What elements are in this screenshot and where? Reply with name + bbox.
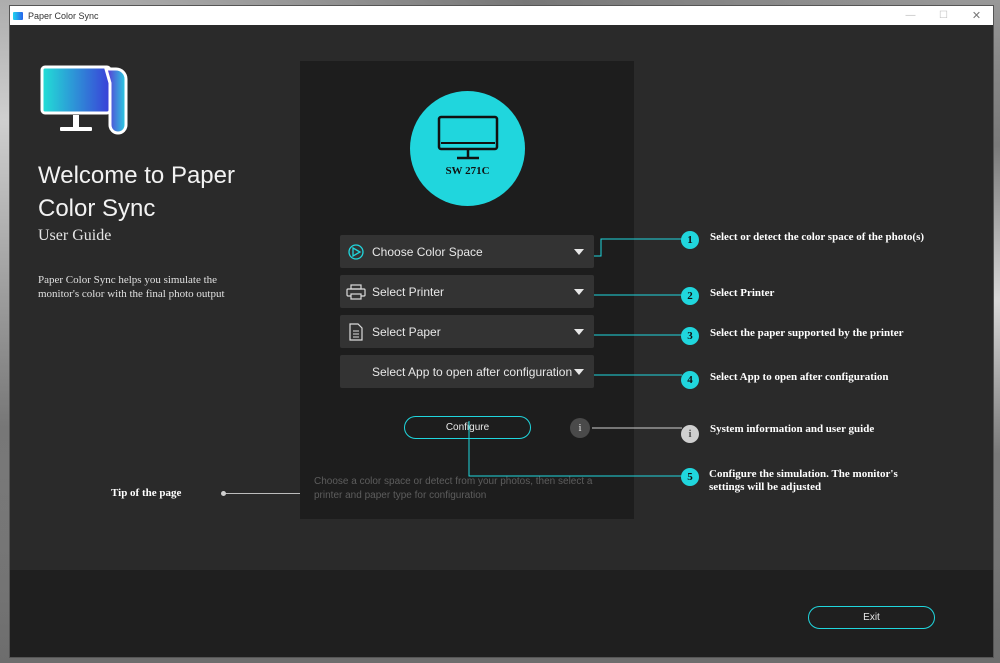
app-window: Paper Color Sync — ☐ ✕ Welcome to Paper … bbox=[10, 6, 993, 657]
step-badge-5: 5 bbox=[681, 468, 699, 486]
step-text-3: Select the paper supported by the printe… bbox=[710, 327, 904, 339]
step-text-1: Select or detect the color space of the … bbox=[710, 231, 925, 243]
step-badge-1: 1 bbox=[681, 231, 699, 249]
step-text-4: Select App to open after configuration bbox=[710, 371, 889, 383]
minimize-button[interactable]: — bbox=[894, 6, 927, 25]
exit-button[interactable]: Exit bbox=[808, 606, 935, 629]
window-controls: — ☐ ✕ bbox=[894, 6, 993, 25]
info-annotation-text: System information and user guide bbox=[710, 423, 875, 435]
step-text-2: Select Printer bbox=[710, 287, 775, 299]
app-icon bbox=[13, 11, 23, 20]
step-badge-2: 2 bbox=[681, 287, 699, 305]
footer-bar: Exit bbox=[10, 570, 993, 657]
main-content: Welcome to Paper Color Sync User Guide P… bbox=[10, 25, 993, 570]
maximize-button[interactable]: ☐ bbox=[927, 6, 960, 25]
step-text-5: Configure the simulation. The monitor's … bbox=[709, 468, 898, 493]
title-bar: Paper Color Sync — ☐ ✕ bbox=[10, 6, 993, 25]
step-badge-3: 3 bbox=[681, 327, 699, 345]
close-button[interactable]: ✕ bbox=[960, 6, 993, 25]
step-badge-4: 4 bbox=[681, 371, 699, 389]
info-badge: i bbox=[681, 425, 699, 443]
window-title: Paper Color Sync bbox=[28, 10, 99, 21]
